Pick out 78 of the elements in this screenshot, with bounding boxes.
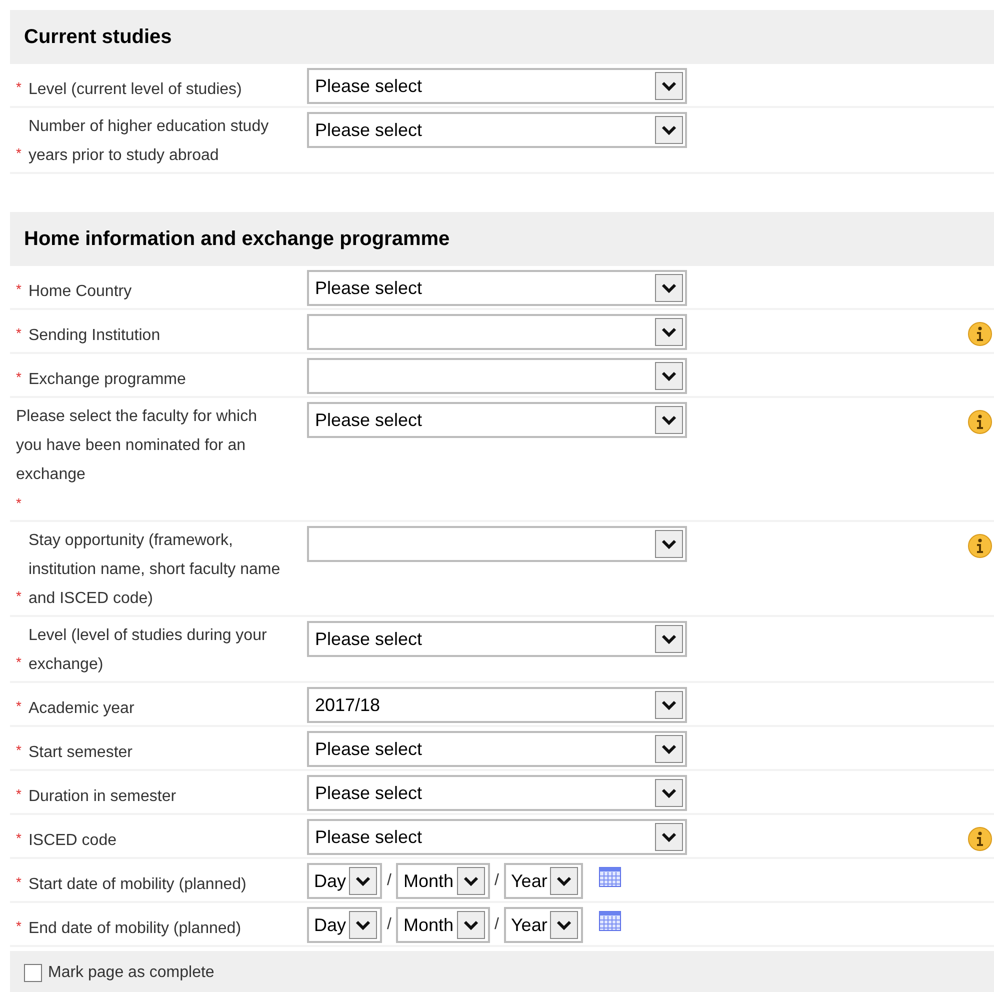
field-label: Number of higher education study years prior to study abroad: [28, 117, 269, 166]
field-label: Please select the faculty for which you have been nominated for an exchange: [16, 407, 258, 485]
chevron-icon: [661, 743, 677, 755]
field-label: End date of mobility (planned): [28, 919, 242, 939]
chevron-icon: [355, 875, 372, 887]
select-field[interactable]: Please select: [307, 775, 687, 811]
chevron-icon: [556, 919, 572, 931]
date-separator: /: [494, 915, 500, 935]
chevron-icon: [462, 919, 478, 931]
chevron-icon: [661, 787, 677, 799]
select-field[interactable]: Please select: [307, 68, 687, 104]
required-asterisk: *: [16, 697, 22, 716]
select-field[interactable]: Month: [396, 863, 490, 899]
required-asterisk: *: [16, 917, 22, 936]
required-asterisk: *: [16, 829, 22, 848]
date-separator: /: [494, 871, 500, 891]
field-label: Level (level of studies during your exchange): [28, 626, 267, 675]
required-asterisk: *: [16, 144, 22, 163]
calendar-icon[interactable]: [599, 867, 622, 887]
chevron-icon: [661, 414, 677, 426]
select-field[interactable]: Month: [396, 907, 490, 943]
field-label: ISCED code: [28, 831, 116, 851]
required-asterisk: *: [16, 494, 22, 513]
info-icon[interactable]: [968, 534, 992, 558]
info-icon[interactable]: [968, 827, 992, 851]
field-label: Stay opportunity (framework, institution name, short faculty name and ISCED code): [28, 531, 280, 609]
select-field[interactable]: Year: [504, 863, 584, 899]
date-separator: /: [386, 871, 392, 891]
select-field[interactable]: Year: [504, 907, 584, 943]
checkbox-label: Mark page as complete: [48, 963, 214, 983]
select-field[interactable]: Please select: [307, 819, 687, 855]
info-icon[interactable]: [968, 322, 992, 346]
date-separator: /: [386, 915, 392, 935]
chevron-icon: [661, 538, 677, 550]
chevron-icon: [661, 282, 677, 294]
select-field[interactable]: [307, 526, 687, 562]
chevron-icon: [661, 831, 677, 843]
field-label: Sending Institution: [28, 326, 160, 346]
required-asterisk: *: [16, 78, 22, 97]
required-asterisk: *: [16, 873, 22, 892]
chevron-icon: [556, 875, 572, 887]
chevron-icon: [661, 326, 677, 338]
select-field[interactable]: [307, 314, 687, 350]
select-field[interactable]: Day: [307, 907, 382, 943]
select-field[interactable]: Please select: [307, 731, 687, 767]
chevron-icon: [661, 699, 677, 711]
calendar-icon[interactable]: [599, 911, 622, 931]
select-field[interactable]: 2017/18: [307, 687, 687, 723]
chevron-icon: [661, 370, 677, 382]
field-label: Level (current level of studies): [28, 80, 242, 100]
required-asterisk: *: [16, 785, 22, 804]
select-field[interactable]: [307, 358, 687, 394]
chevron-icon: [355, 919, 372, 931]
field-label: Duration in semester: [28, 787, 176, 807]
chevron-icon: [661, 80, 677, 92]
required-asterisk: *: [16, 280, 22, 299]
required-asterisk: *: [16, 587, 22, 606]
chevron-icon: [661, 124, 677, 136]
chevron-icon: [462, 875, 478, 887]
select-field[interactable]: Please select: [307, 621, 687, 657]
field-label: Home Country: [28, 282, 132, 302]
checkbox[interactable]: [24, 964, 42, 982]
field-label: Start semester: [28, 743, 132, 763]
select-field[interactable]: Please select: [307, 270, 687, 306]
chevron-icon: [661, 633, 677, 645]
info-icon[interactable]: [968, 410, 992, 434]
required-asterisk: *: [16, 368, 22, 387]
field-label: Academic year: [28, 699, 134, 719]
select-field[interactable]: Day: [307, 863, 382, 899]
section-heading: Home information and exchange programme: [10, 212, 994, 266]
required-asterisk: *: [16, 324, 22, 343]
required-asterisk: *: [16, 741, 22, 760]
select-field[interactable]: Please select: [307, 402, 687, 438]
field-label: Exchange programme: [28, 370, 186, 390]
select-field[interactable]: Please select: [307, 112, 687, 148]
section-heading: Current studies: [10, 10, 994, 64]
required-asterisk: *: [16, 653, 22, 672]
field-label: Start date of mobility (planned): [28, 875, 246, 895]
